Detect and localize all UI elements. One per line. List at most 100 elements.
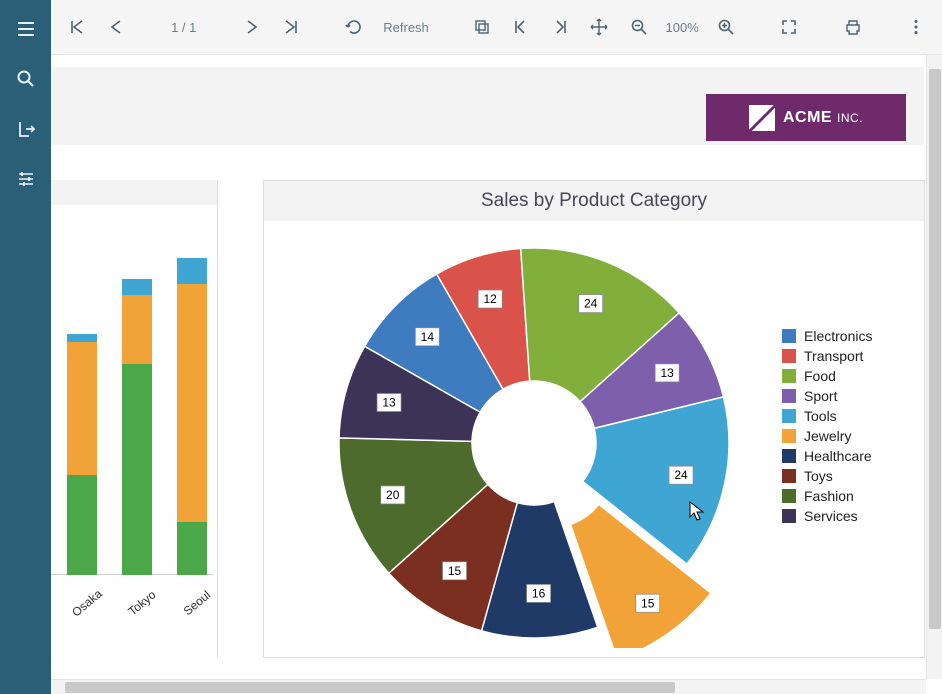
legend-label: Toys	[804, 468, 833, 484]
pie-legend: Electronics Transport Food Sport Tools Jewelr…	[782, 326, 912, 526]
pie-label-value: 13	[660, 366, 674, 380]
settings-button[interactable]	[0, 154, 51, 204]
sidebar	[0, 0, 51, 694]
menu-button[interactable]	[0, 4, 51, 54]
legend-swatch	[782, 329, 796, 343]
refresh-label[interactable]: Refresh	[378, 20, 434, 35]
bar-segment[interactable]	[122, 364, 152, 575]
reload-icon	[345, 18, 363, 36]
step-back-icon	[512, 18, 530, 36]
zoom-level: 100%	[662, 20, 702, 35]
menu-icon	[16, 19, 36, 39]
more-vertical-icon	[907, 18, 925, 36]
print-icon	[844, 18, 862, 36]
brand-name-suffix: INC.	[837, 111, 863, 125]
bar-segment[interactable]	[122, 295, 152, 364]
bar-category-label: Osaka	[63, 582, 110, 625]
legend-swatch	[782, 449, 796, 463]
legend-item-healthcare[interactable]: Healthcare	[782, 446, 912, 466]
pie-chart-title: Sales by Product Category	[264, 181, 924, 221]
legend-label: Food	[804, 368, 836, 384]
fullscreen-button[interactable]	[774, 10, 805, 44]
copy-button[interactable]	[467, 10, 498, 44]
legend-label: Services	[804, 508, 858, 524]
zoom-in-icon	[717, 18, 735, 36]
fullscreen-icon	[780, 18, 798, 36]
brand-name-main: ACME	[783, 109, 832, 126]
legend-swatch	[782, 509, 796, 523]
vertical-scrollbar[interactable]	[926, 55, 942, 679]
first-page-icon	[68, 18, 86, 36]
horizontal-scrollbar[interactable]	[51, 679, 926, 694]
legend-item-fashion[interactable]: Fashion	[782, 486, 912, 506]
bar-chart-panel: OsakaTokyoSeoul	[51, 180, 218, 658]
search-button[interactable]	[0, 54, 51, 104]
toolbar: 1 / 1 Refresh 100%	[51, 0, 942, 55]
print-button[interactable]	[837, 10, 868, 44]
pan-button[interactable]	[584, 10, 615, 44]
pie-label-value: 12	[484, 292, 498, 306]
export-button[interactable]	[0, 104, 51, 154]
pie-label-value: 15	[448, 564, 462, 578]
legend-item-tools[interactable]: Tools	[782, 406, 912, 426]
pie-chart-plot[interactable]: 14 12 24 13 24 15 16 15 20 13	[274, 233, 774, 648]
prev-page-icon	[107, 18, 125, 36]
pie-label-value: 13	[382, 396, 396, 410]
bar-segment[interactable]	[67, 334, 97, 342]
prev-page-button[interactable]	[100, 10, 131, 44]
next-page-button[interactable]	[236, 10, 267, 44]
vertical-scroll-thumb[interactable]	[929, 69, 941, 629]
pie-label-value: 20	[386, 488, 400, 502]
report-viewport: ACME INC. OsakaTokyoSeoul Sales by Produ…	[51, 55, 942, 694]
bar-segment[interactable]	[122, 279, 152, 295]
bar-segment[interactable]	[67, 475, 97, 575]
legend-item-services[interactable]: Services	[782, 506, 912, 526]
horizontal-scroll-thumb[interactable]	[65, 682, 675, 693]
legend-swatch	[782, 389, 796, 403]
bar-category-label: Tokyo	[118, 582, 165, 625]
legend-item-electronics[interactable]: Electronics	[782, 326, 912, 346]
brand-icon	[749, 105, 775, 131]
first-page-button[interactable]	[61, 10, 92, 44]
more-button[interactable]	[901, 10, 932, 44]
zoom-out-button[interactable]	[623, 10, 654, 44]
legend-label: Jewelry	[804, 428, 851, 444]
search-icon	[16, 69, 36, 89]
legend-item-toys[interactable]: Toys	[782, 466, 912, 486]
pie-label-value: 24	[584, 297, 598, 311]
last-page-button[interactable]	[275, 10, 306, 44]
bar-segment[interactable]	[177, 522, 207, 575]
legend-item-sport[interactable]: Sport	[782, 386, 912, 406]
step-back-button[interactable]	[506, 10, 537, 44]
legend-swatch	[782, 469, 796, 483]
pie-label-value: 15	[641, 596, 655, 610]
bar-segment[interactable]	[67, 342, 97, 474]
legend-label: Sport	[804, 388, 837, 404]
legend-label: Tools	[804, 408, 837, 424]
next-page-icon	[243, 18, 261, 36]
legend-swatch	[782, 349, 796, 363]
legend-label: Electronics	[804, 328, 872, 344]
legend-item-jewelry[interactable]: Jewelry	[782, 426, 912, 446]
legend-item-transport[interactable]: Transport	[782, 346, 912, 366]
legend-swatch	[782, 489, 796, 503]
bar-category-label: Seoul	[173, 582, 220, 625]
legend-swatch	[782, 429, 796, 443]
sliders-icon	[16, 169, 36, 189]
move-icon	[590, 18, 608, 36]
legend-item-food[interactable]: Food	[782, 366, 912, 386]
reload-button[interactable]	[339, 10, 370, 44]
bar-segment[interactable]	[177, 258, 207, 284]
step-forward-icon	[551, 18, 569, 36]
pie-label-value: 14	[421, 330, 435, 344]
pie-label-value: 16	[532, 586, 546, 600]
bar-chart-plot[interactable]: OsakaTokyoSeoul	[51, 205, 217, 615]
zoom-in-button[interactable]	[710, 10, 741, 44]
export-icon	[16, 119, 36, 139]
legend-label: Fashion	[804, 488, 854, 504]
pie-label-value: 24	[674, 468, 688, 482]
legend-swatch	[782, 409, 796, 423]
last-page-icon	[282, 18, 300, 36]
bar-segment[interactable]	[177, 284, 207, 522]
step-forward-button[interactable]	[545, 10, 576, 44]
